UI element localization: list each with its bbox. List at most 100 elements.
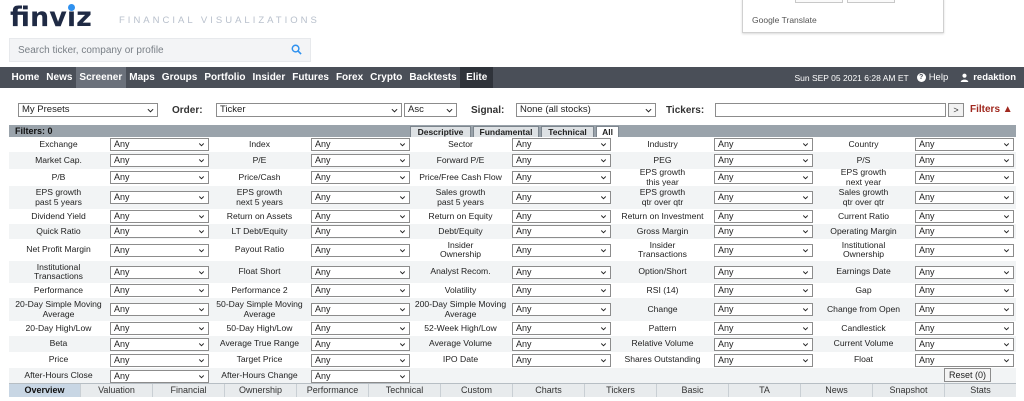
filter-select-operating-margin[interactable]: Any xyxy=(915,225,1014,238)
filter-select-net-profit-margin[interactable]: Any xyxy=(110,244,209,257)
filter-select-country[interactable]: Any xyxy=(915,138,1014,151)
help-link[interactable]: ? Help xyxy=(916,72,948,83)
nav-item-elite[interactable]: Elite xyxy=(460,67,494,88)
nav-item-groups[interactable]: Groups xyxy=(158,67,201,88)
filter-select-eps-growth-next-year[interactable]: Any xyxy=(915,171,1014,184)
filter-select-performance-2[interactable]: Any xyxy=(311,284,410,297)
filter-select-return-on-equity[interactable]: Any xyxy=(512,210,611,223)
order-direction-select[interactable]: Asc xyxy=(404,103,457,117)
filter-select-p-s[interactable]: Any xyxy=(915,154,1014,167)
nav-item-portfolio[interactable]: Portfolio xyxy=(201,67,249,88)
google-translate-widget[interactable]: Google Translate xyxy=(742,0,944,33)
filter-select-rsi-14[interactable]: Any xyxy=(714,284,813,297)
finviz-logo[interactable]: finviz xyxy=(10,2,92,33)
signal-select[interactable]: None (all stocks) xyxy=(516,103,656,117)
view-tab-custom[interactable]: Custom xyxy=(441,384,513,397)
filter-select-option-short[interactable]: Any xyxy=(714,266,813,279)
nav-item-home[interactable]: Home xyxy=(8,67,43,88)
view-tab-performance[interactable]: Performance xyxy=(297,384,369,397)
view-tab-financial[interactable]: Financial xyxy=(153,384,225,397)
filter-select-institutional-ownership[interactable]: Any xyxy=(915,244,1014,257)
filter-select-peg[interactable]: Any xyxy=(714,154,813,167)
filter-select-change-from-open[interactable]: Any xyxy=(915,303,1014,316)
presets-select[interactable]: My Presets xyxy=(18,103,158,117)
filter-select-eps-growth-qtr-over-qtr[interactable]: Any xyxy=(714,191,813,204)
view-tab-stats[interactable]: Stats xyxy=(945,384,1016,397)
filter-select-20-day-high-low[interactable]: Any xyxy=(110,322,209,335)
filter-tab-descriptive[interactable]: Descriptive xyxy=(410,126,471,137)
user-menu[interactable]: redaktion xyxy=(960,72,1016,83)
view-tab-tickers[interactable]: Tickers xyxy=(585,384,657,397)
filter-select-20-day-simple-moving-average[interactable]: Any xyxy=(110,303,209,316)
nav-item-screener[interactable]: Screener xyxy=(75,67,126,88)
filter-select-lt-debt-equity[interactable]: Any xyxy=(311,225,410,238)
filter-select-beta[interactable]: Any xyxy=(110,338,209,351)
view-tab-charts[interactable]: Charts xyxy=(513,384,585,397)
nav-item-forex[interactable]: Forex xyxy=(332,67,366,88)
filter-select-institutional-transactions[interactable]: Any xyxy=(110,266,209,279)
translate-tab-2[interactable] xyxy=(847,0,895,3)
filter-select-current-ratio[interactable]: Any xyxy=(915,210,1014,223)
translate-tab-1[interactable] xyxy=(795,0,843,3)
nav-item-maps[interactable]: Maps xyxy=(126,67,159,88)
filter-select-price-free-cash-flow[interactable]: Any xyxy=(512,171,611,184)
filter-select-200-day-simple-moving-average[interactable]: Any xyxy=(512,303,611,316)
filter-select-quick-ratio[interactable]: Any xyxy=(110,225,209,238)
filter-select-forward-p-e[interactable]: Any xyxy=(512,154,611,167)
filter-select-relative-volume[interactable]: Any xyxy=(714,338,813,351)
view-tab-snapshot[interactable]: Snapshot xyxy=(873,384,945,397)
filter-select-after-hours-change[interactable]: Any xyxy=(311,370,410,383)
filter-select-eps-growth-past-5-years[interactable]: Any xyxy=(110,191,209,204)
filter-select-return-on-assets[interactable]: Any xyxy=(311,210,410,223)
filter-select-float-short[interactable]: Any xyxy=(311,266,410,279)
view-tab-overview[interactable]: Overview xyxy=(9,384,81,397)
filter-select-52-week-high-low[interactable]: Any xyxy=(512,322,611,335)
order-select[interactable]: Ticker xyxy=(216,103,402,117)
filter-select-gap[interactable]: Any xyxy=(915,284,1014,297)
search-icon[interactable] xyxy=(291,44,302,55)
filter-select-current-volume[interactable]: Any xyxy=(915,338,1014,351)
filter-select-index[interactable]: Any xyxy=(311,138,410,151)
view-tab-technical[interactable]: Technical xyxy=(369,384,441,397)
filter-select-p-e[interactable]: Any xyxy=(311,154,410,167)
nav-item-futures[interactable]: Futures xyxy=(289,67,333,88)
filter-select-sales-growth-past-5-years[interactable]: Any xyxy=(512,191,611,204)
filter-select-return-on-investment[interactable]: Any xyxy=(714,210,813,223)
filter-tab-technical[interactable]: Technical xyxy=(541,126,594,137)
view-tab-ownership[interactable]: Ownership xyxy=(225,384,297,397)
filter-select-float[interactable]: Any xyxy=(915,354,1014,367)
filter-select-insider-ownership[interactable]: Any xyxy=(512,244,611,257)
filter-select-sales-growth-qtr-over-qtr[interactable]: Any xyxy=(915,191,1014,204)
view-tab-basic[interactable]: Basic xyxy=(657,384,729,397)
filter-select-debt-equity[interactable]: Any xyxy=(512,225,611,238)
reset-button[interactable]: Reset (0) xyxy=(944,368,991,382)
filter-select-performance[interactable]: Any xyxy=(110,284,209,297)
filter-select-average-volume[interactable]: Any xyxy=(512,338,611,351)
tickers-go-button[interactable]: > xyxy=(948,103,964,117)
search-input[interactable] xyxy=(10,39,280,61)
filter-select-after-hours-close[interactable]: Any xyxy=(110,370,209,383)
nav-item-insider[interactable]: Insider xyxy=(249,67,289,88)
filter-select-insider-transactions[interactable]: Any xyxy=(714,244,813,257)
nav-item-backtests[interactable]: Backtests xyxy=(406,67,460,88)
view-tab-valuation[interactable]: Valuation xyxy=(81,384,153,397)
filter-select-average-true-range[interactable]: Any xyxy=(311,338,410,351)
nav-item-news[interactable]: News xyxy=(43,67,76,88)
filter-select-ipo-date[interactable]: Any xyxy=(512,354,611,367)
filter-select-candlestick[interactable]: Any xyxy=(915,322,1014,335)
filter-select-gross-margin[interactable]: Any xyxy=(714,225,813,238)
filter-select-eps-growth-next-5-years[interactable]: Any xyxy=(311,191,410,204)
filter-select-eps-growth-this-year[interactable]: Any xyxy=(714,171,813,184)
view-tab-news[interactable]: News xyxy=(801,384,873,397)
filters-toggle[interactable]: Filters ▲ xyxy=(970,104,1013,115)
filter-select-analyst-recom[interactable]: Any xyxy=(512,266,611,279)
filter-select-50-day-high-low[interactable]: Any xyxy=(311,322,410,335)
filter-select-market-cap[interactable]: Any xyxy=(110,154,209,167)
filter-select-50-day-simple-moving-average[interactable]: Any xyxy=(311,303,410,316)
tickers-input[interactable] xyxy=(715,103,946,117)
filter-select-volatility[interactable]: Any xyxy=(512,284,611,297)
filter-select-p-b[interactable]: Any xyxy=(110,171,209,184)
filter-select-earnings-date[interactable]: Any xyxy=(915,266,1014,279)
view-tab-ta[interactable]: TA xyxy=(729,384,801,397)
filter-select-dividend-yield[interactable]: Any xyxy=(110,210,209,223)
